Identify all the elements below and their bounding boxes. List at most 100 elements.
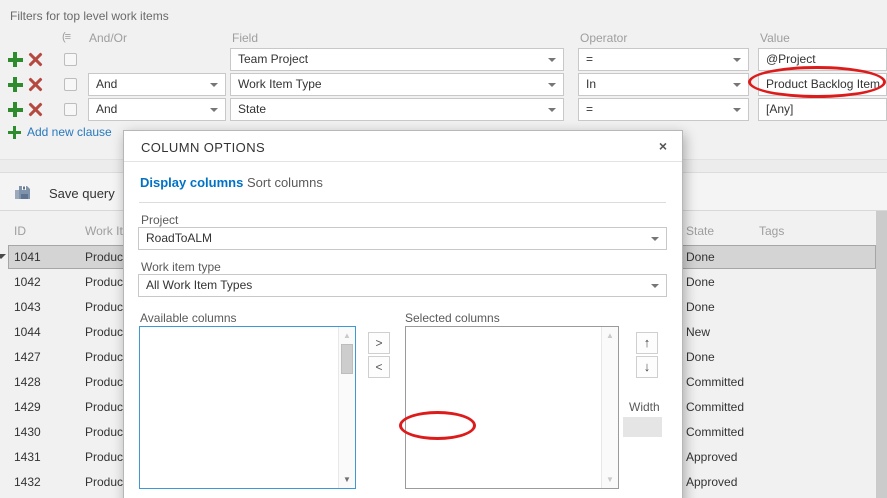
- list-item[interactable]: [140, 328, 338, 344]
- grid-vertical-scrollbar[interactable]: [876, 211, 887, 498]
- list-item[interactable]: [140, 424, 338, 440]
- cell-state: Done: [686, 275, 715, 289]
- cell-work-item-type: Produc: [85, 350, 124, 364]
- width-label: Width: [629, 400, 660, 414]
- column-header-andor: And/Or: [89, 31, 128, 45]
- chevron-down-icon: [733, 83, 741, 87]
- remove-column-button[interactable]: <: [368, 356, 390, 378]
- list-item[interactable]: [406, 360, 601, 376]
- move-up-button[interactable]: ↑: [636, 332, 658, 354]
- tab-sort-columns[interactable]: Sort columns: [247, 175, 323, 190]
- grid-header-tags[interactable]: Tags: [759, 224, 784, 238]
- grid-header-id[interactable]: ID: [14, 224, 26, 238]
- save-icon: [15, 186, 30, 199]
- chevron-down-icon: [733, 58, 741, 62]
- grid-header-work-item-type[interactable]: Work It: [85, 224, 123, 238]
- list-item[interactable]: [406, 344, 601, 360]
- scroll-up-icon[interactable]: ▲: [339, 331, 355, 340]
- list-item[interactable]: [406, 328, 601, 344]
- list-scrollbar[interactable]: ▲ ▼: [338, 327, 355, 488]
- list-item[interactable]: [140, 360, 338, 376]
- list-item[interactable]: [140, 472, 338, 488]
- list-item[interactable]: [140, 408, 338, 424]
- list-item[interactable]: [140, 456, 338, 472]
- add-clause-icon[interactable]: [8, 102, 23, 117]
- add-clause-icon[interactable]: [8, 77, 23, 92]
- andor-select[interactable]: And: [88, 73, 226, 96]
- group-clauses-icon[interactable]: (≡: [62, 31, 71, 43]
- cell-state: Committed: [686, 400, 745, 414]
- list-item[interactable]: [406, 376, 601, 392]
- chevron-down-icon: [733, 108, 741, 112]
- list-item[interactable]: [140, 344, 338, 360]
- clause-checkbox[interactable]: [64, 53, 77, 66]
- scroll-up-icon[interactable]: ▲: [602, 331, 618, 340]
- value-input[interactable]: [Any]: [758, 98, 887, 121]
- remove-clause-icon[interactable]: [28, 52, 43, 67]
- operator-select[interactable]: =: [578, 48, 749, 71]
- query-editor-page: Filters for top level work items (≡ And/…: [0, 0, 887, 498]
- available-columns-list[interactable]: ▲ ▼: [139, 326, 356, 489]
- remove-clause-icon[interactable]: [28, 102, 43, 117]
- operator-select[interactable]: =: [578, 98, 749, 121]
- cell-id: 1428: [14, 375, 41, 389]
- list-item[interactable]: [140, 392, 338, 408]
- cell-work-item-type: Produc: [85, 275, 124, 289]
- dialog-title: COLUMN OPTIONS: [141, 140, 266, 155]
- list-item[interactable]: [406, 392, 601, 408]
- tab-display-columns[interactable]: Display columns: [140, 175, 243, 190]
- value-input[interactable]: Product Backlog Item: [758, 73, 887, 96]
- list-item[interactable]: [406, 408, 601, 424]
- cell-id: 1042: [14, 275, 41, 289]
- remove-clause-icon[interactable]: [28, 77, 43, 92]
- chevron-down-icon: [210, 83, 218, 87]
- list-item[interactable]: [406, 424, 601, 440]
- grid-header-state[interactable]: State: [686, 224, 714, 238]
- scroll-down-icon[interactable]: ▼: [602, 475, 618, 484]
- plus-icon: [8, 126, 21, 139]
- value-input[interactable]: @Project: [758, 48, 887, 71]
- move-down-button[interactable]: ↓: [636, 356, 658, 378]
- column-options-dialog: COLUMN OPTIONS × Display columns Sort co…: [123, 130, 683, 498]
- field-select[interactable]: Team Project: [230, 48, 564, 71]
- cell-state: Committed: [686, 425, 745, 439]
- list-item[interactable]: [140, 376, 338, 392]
- add-clause-icon[interactable]: [8, 52, 23, 67]
- column-header-value: Value: [760, 31, 790, 45]
- operator-select[interactable]: In: [578, 73, 749, 96]
- scrollbar-thumb[interactable]: [341, 344, 353, 374]
- field-select[interactable]: Work Item Type: [230, 73, 564, 96]
- cell-id: 1041: [14, 250, 41, 264]
- operator-value: In: [586, 77, 597, 91]
- add-column-button[interactable]: >: [368, 332, 390, 354]
- cell-id: 1429: [14, 400, 41, 414]
- close-icon[interactable]: ×: [654, 137, 672, 155]
- project-select[interactable]: RoadToALM: [138, 227, 667, 250]
- field-select[interactable]: State: [230, 98, 564, 121]
- column-header-field: Field: [232, 31, 259, 45]
- chevron-down-icon: [548, 108, 556, 112]
- work-item-type-label: Work item type: [141, 260, 221, 274]
- cell-state: Approved: [686, 450, 738, 464]
- project-label: Project: [141, 213, 179, 227]
- list-scrollbar[interactable]: ▲ ▼: [601, 327, 618, 488]
- clause-checkbox[interactable]: [64, 103, 77, 116]
- available-items: [140, 328, 338, 488]
- cell-work-item-type: Produc: [85, 375, 124, 389]
- field-value: Work Item Type: [238, 77, 322, 91]
- cell-state: Done: [686, 300, 715, 314]
- andor-value: And: [96, 77, 118, 91]
- clause-checkbox[interactable]: [64, 78, 77, 91]
- work-item-type-select[interactable]: All Work Item Types: [138, 274, 667, 297]
- cell-work-item-type: Produc: [85, 300, 124, 314]
- andor-select[interactable]: And: [88, 98, 226, 121]
- cell-id: 1044: [14, 325, 41, 339]
- selected-columns-list[interactable]: ▲ ▼: [405, 326, 619, 489]
- selected-columns-label: Selected columns: [405, 311, 500, 325]
- scroll-down-icon[interactable]: ▼: [339, 475, 355, 484]
- list-item[interactable]: [140, 440, 338, 456]
- row-context-chevron-icon[interactable]: [0, 254, 6, 264]
- operator-value: =: [586, 52, 594, 66]
- width-input[interactable]: [623, 417, 662, 437]
- cell-work-item-type: Produc: [85, 250, 124, 264]
